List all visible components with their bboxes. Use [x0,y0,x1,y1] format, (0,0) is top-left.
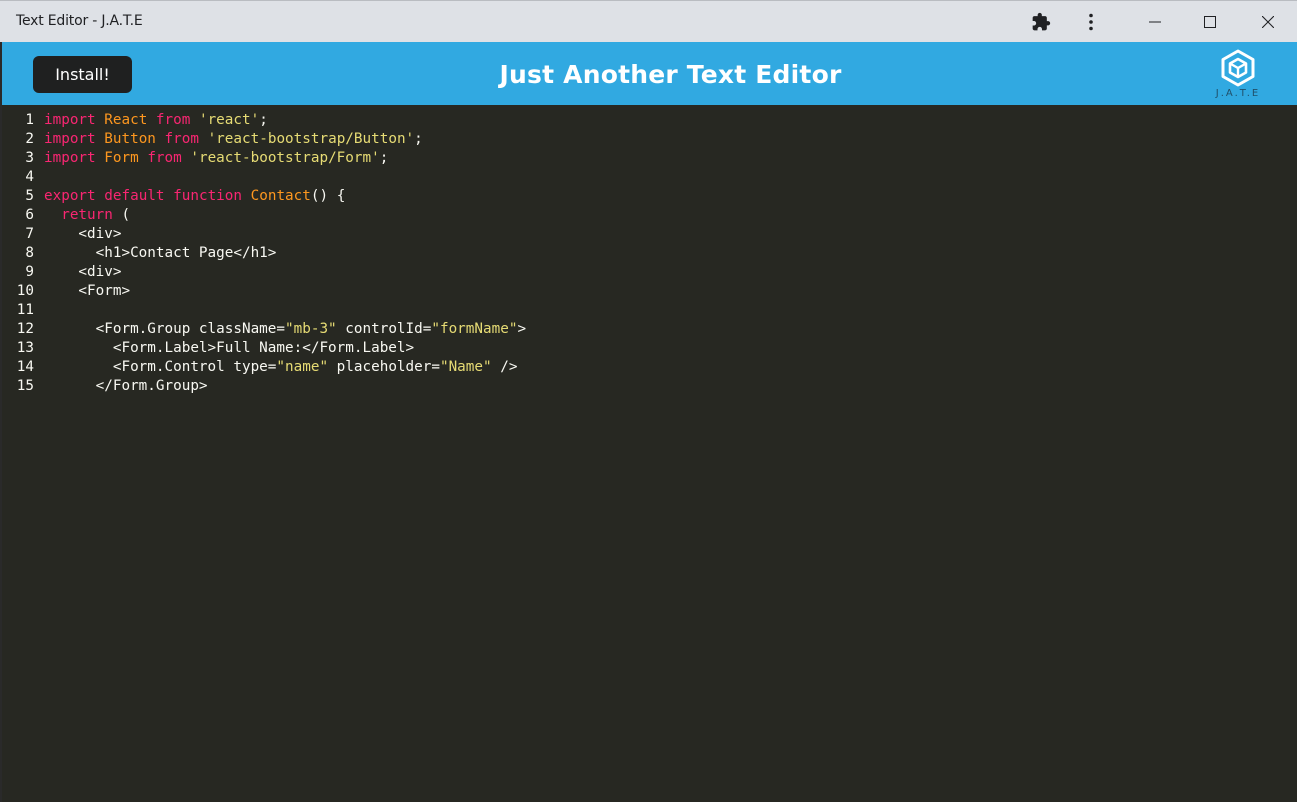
code-token: Contact [250,188,311,204]
code-token: <Form.Group className= [44,321,286,337]
code-token: Button [104,131,156,147]
maximize-icon[interactable] [1187,1,1233,43]
code-text: import Button from 'react-bootstrap/Butt… [44,130,423,149]
code-text: <h1>Contact Page</h1> [44,244,277,263]
code-text: </Form.Group> [44,377,208,396]
code-token: React [104,112,148,128]
code-token: ; [259,112,268,128]
code-token: from [155,112,191,128]
code-token: "name" [276,359,329,375]
code-text: <Form> [44,282,130,301]
code-token: <Form> [44,283,131,299]
code-token: /> [491,359,518,375]
code-text: return ( [44,206,130,225]
code-text: <Form.Group className="mb-3" controlId="… [44,320,526,339]
code-token: <Form.Label>Full Name:</Form.Label> [44,340,415,356]
code-token: "Name" [439,359,492,375]
code-token: > [517,321,527,337]
code-token: 'react' [198,112,260,128]
code-token: return [61,207,113,223]
line-number: 11 [16,302,34,318]
code-text: <div> [44,263,121,282]
code-token: export [44,188,96,204]
line-number: 13 [16,340,34,356]
line-number: 3 [25,150,34,166]
line-number: 14 [16,359,34,375]
code-token: ; [379,150,389,166]
code-token: 'react-bootstrap/Button' [207,131,415,147]
app-title: Just Another Text Editor [499,60,842,89]
logo-text: J.A.T.E [1215,88,1261,99]
window-title: Text Editor - J.A.T.E [16,13,143,29]
code-token: 'react-bootstrap/Form' [190,150,380,166]
code-token: controlId= [336,321,432,337]
jate-logo: J.A.T.E [1208,48,1268,102]
code-token: ; [414,131,423,147]
code-token: import [44,112,96,128]
more-icon[interactable] [1068,1,1114,43]
code-text: <Form.Control type="name" placeholder="N… [44,358,518,377]
line-number: 2 [25,131,34,147]
line-number: 10 [16,283,34,299]
line-number: 7 [25,226,34,242]
code-token: function [173,188,243,204]
window-titlebar: Text Editor - J.A.T.E [0,0,1297,42]
code-token: "formName" [431,321,518,337]
code-text: import React from 'react'; [44,111,268,130]
line-number: 4 [25,169,34,185]
cube-logo-icon [1221,49,1255,87]
line-number: 15 [16,378,34,394]
app-header: Install! Just Another Text Editor J.A.T.… [2,42,1297,105]
line-number: 5 [25,188,34,204]
code-token: Form [104,150,139,166]
code-token: default [104,188,165,204]
line-number: 1 [25,112,34,128]
line-number: 9 [25,264,34,280]
line-number: 6 [25,207,34,223]
line-number: 8 [25,245,34,261]
code-token: import [44,150,96,166]
code-token: placeholder= [328,359,440,375]
code-text: export default function Contact() { [44,187,345,206]
code-token: "mb-3" [285,321,337,337]
line-number: 12 [16,321,34,337]
code-text: <Form.Label>Full Name:</Form.Label> [44,339,414,358]
code-token: <h1>Contact Page</h1> [44,245,277,261]
extensions-icon[interactable] [1018,1,1064,43]
code-text: import Form from 'react-bootstrap/Form'; [44,149,388,168]
code-token: import [44,131,96,147]
close-icon[interactable] [1245,1,1291,43]
code-token: ( [112,207,131,223]
code-token: <div> [44,264,122,280]
code-token: <Form.Control type= [44,359,277,375]
code-token: from [147,150,182,166]
code-token: from [164,131,199,147]
code-editor[interactable]: 1 import React from 'react'; 2 import Butto… [2,105,1297,802]
code-token: () { [310,188,346,204]
code-token: <div> [44,226,122,242]
minimize-icon[interactable] [1132,1,1178,43]
code-token: </Form.Group> [44,378,208,394]
code-text: <div> [44,225,121,244]
